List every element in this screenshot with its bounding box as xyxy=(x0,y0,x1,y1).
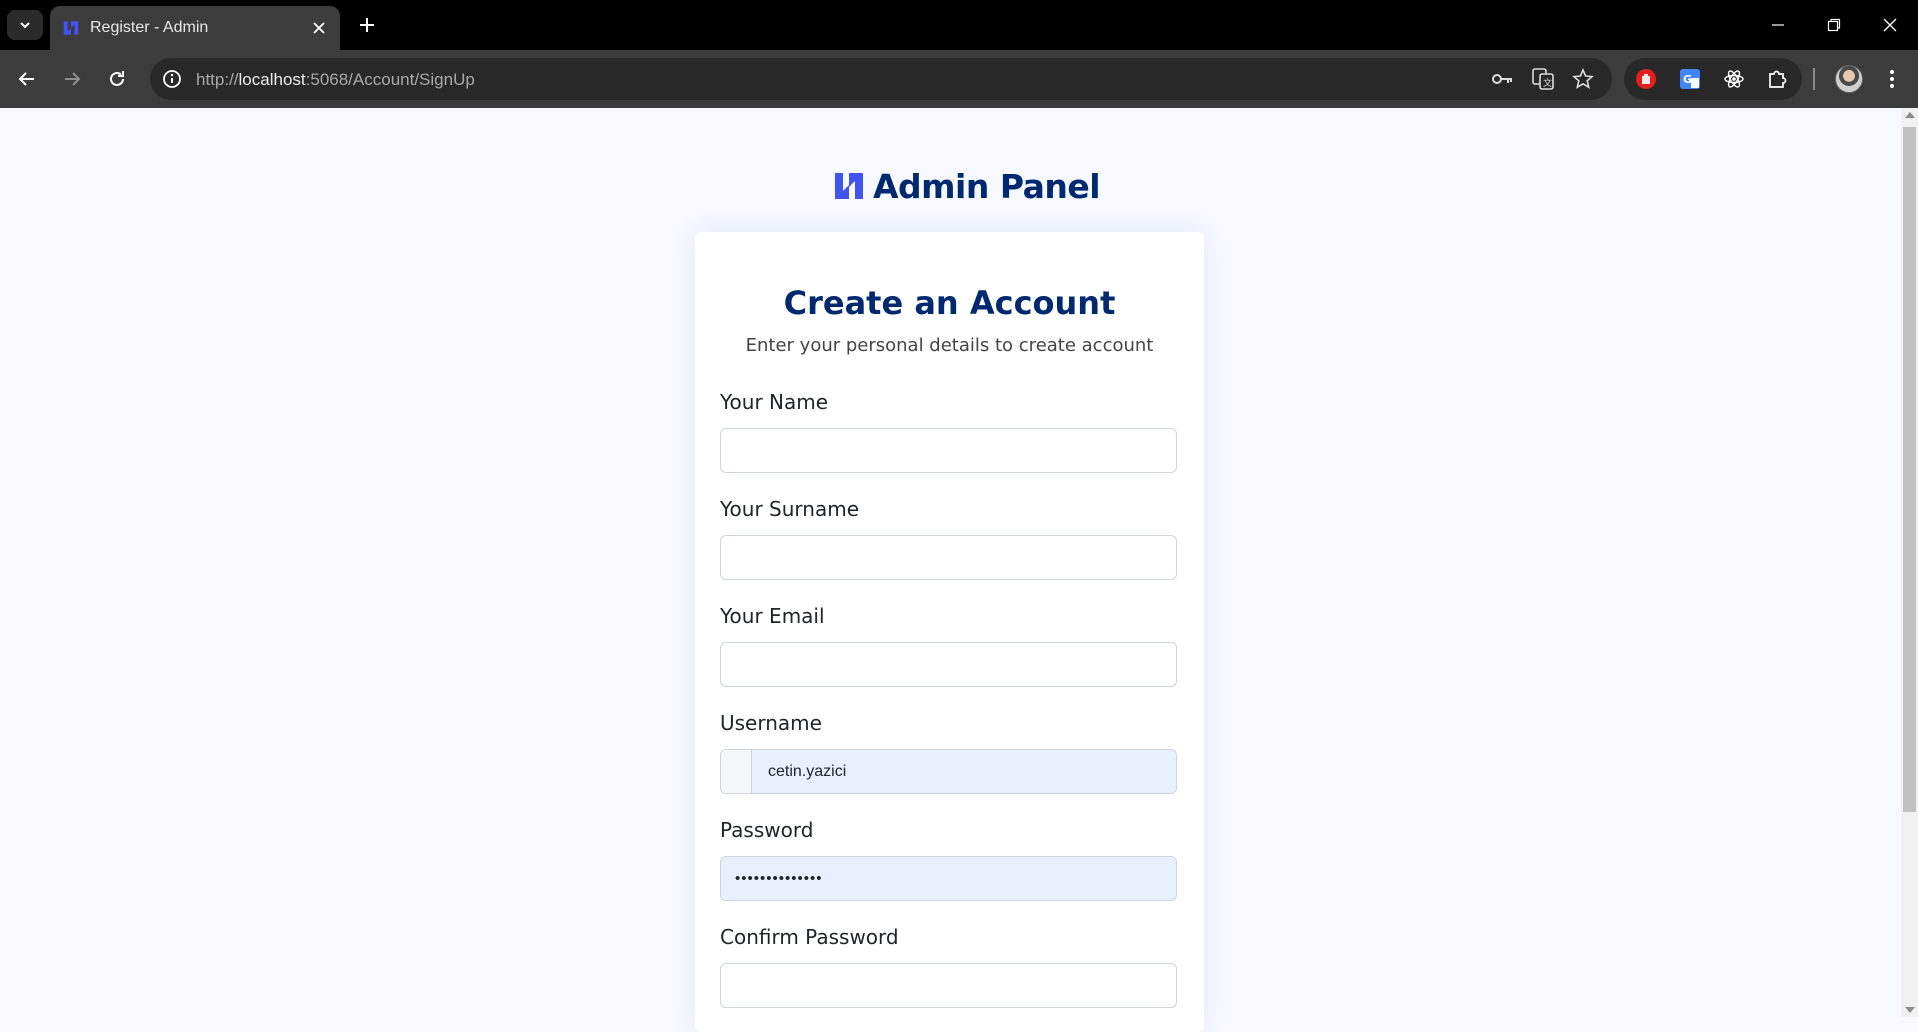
url-host: localhost xyxy=(238,70,306,89)
arrow-right-icon xyxy=(65,72,81,86)
username-input-group: cetin.yazici xyxy=(720,749,1177,794)
page-title: Create an Account xyxy=(783,284,1116,322)
site-info-icon[interactable] xyxy=(160,67,184,91)
admin-logo-icon xyxy=(835,173,863,199)
url-scheme: http:// xyxy=(196,70,239,89)
extensions-puzzle-icon[interactable] xyxy=(1765,67,1789,91)
browser-menu-button[interactable] xyxy=(1878,63,1906,95)
close-icon xyxy=(313,22,325,34)
browser-toolbar: http://localhost:5068/Account/SignUp 文 G xyxy=(0,50,1918,108)
more-vertical-icon xyxy=(1890,70,1894,88)
email-label: Your Email xyxy=(720,604,825,628)
back-button[interactable] xyxy=(11,63,43,95)
email-input[interactable] xyxy=(720,642,1177,687)
close-icon xyxy=(1883,18,1897,32)
toolbar-separator xyxy=(1813,68,1815,90)
extensions-group: G xyxy=(1624,58,1802,100)
url-text: http://localhost:5068/Account/SignUp xyxy=(196,70,475,90)
restore-button[interactable] xyxy=(1806,0,1862,50)
react-devtools-icon[interactable] xyxy=(1722,67,1746,91)
password-label: Password xyxy=(720,818,814,842)
restore-icon xyxy=(1827,18,1841,32)
forward-button[interactable] xyxy=(56,63,88,95)
signup-card: Create an Account Enter your personal de… xyxy=(695,232,1204,1032)
name-input[interactable] xyxy=(720,428,1177,473)
confirm-password-input[interactable] xyxy=(720,963,1177,1008)
brand-link[interactable]: Admin Panel xyxy=(833,166,1101,206)
reload-button[interactable] xyxy=(101,63,133,95)
page-subtitle: Enter your personal details to create ac… xyxy=(745,335,1154,356)
arrow-left-icon xyxy=(18,72,34,86)
google-translate-icon[interactable]: G xyxy=(1678,67,1702,91)
close-window-button[interactable] xyxy=(1862,0,1918,50)
surname-input[interactable] xyxy=(720,535,1177,580)
bookmark-star-icon[interactable] xyxy=(1571,67,1595,91)
scroll-down-arrow[interactable] xyxy=(1905,1007,1915,1013)
chevron-down-icon xyxy=(20,22,30,29)
username-prefix xyxy=(721,750,752,793)
translate-icon[interactable]: 文 xyxy=(1531,67,1555,91)
plus-icon xyxy=(360,18,374,32)
tab-title: Register - Admin xyxy=(90,19,209,36)
minimize-icon xyxy=(1772,24,1784,26)
scroll-thumb[interactable] xyxy=(1903,127,1916,812)
address-bar[interactable]: http://localhost:5068/Account/SignUp 文 xyxy=(150,58,1612,100)
profile-avatar[interactable] xyxy=(1835,65,1863,93)
new-tab-button[interactable] xyxy=(352,10,382,40)
username-input[interactable]: cetin.yazici xyxy=(752,750,1176,793)
admin-logo-icon xyxy=(63,21,79,35)
browser-tab-active[interactable]: Register - Admin xyxy=(50,6,340,50)
minimize-button[interactable] xyxy=(1750,0,1806,50)
confirm-password-label: Confirm Password xyxy=(720,925,899,949)
adblock-hand-icon[interactable] xyxy=(1634,67,1658,91)
scroll-up-arrow[interactable] xyxy=(1905,112,1915,118)
reload-icon xyxy=(110,71,124,86)
username-label: Username xyxy=(720,711,822,735)
name-label: Your Name xyxy=(720,390,829,414)
password-key-icon[interactable] xyxy=(1490,67,1514,91)
password-input[interactable]: •••••••••••••• xyxy=(720,856,1177,901)
url-path: :5068/Account/SignUp xyxy=(305,70,475,89)
svg-text:G: G xyxy=(1683,73,1692,86)
tab-close-button[interactable] xyxy=(306,15,332,41)
page-scrollbar[interactable] xyxy=(1901,108,1918,1017)
svg-text:文: 文 xyxy=(1543,77,1552,89)
brand-name: Admin Panel xyxy=(873,166,1101,206)
tab-search-button[interactable] xyxy=(7,10,43,40)
surname-label: Your Surname xyxy=(720,497,860,521)
browser-tab-bar: Register - Admin xyxy=(0,0,1918,50)
